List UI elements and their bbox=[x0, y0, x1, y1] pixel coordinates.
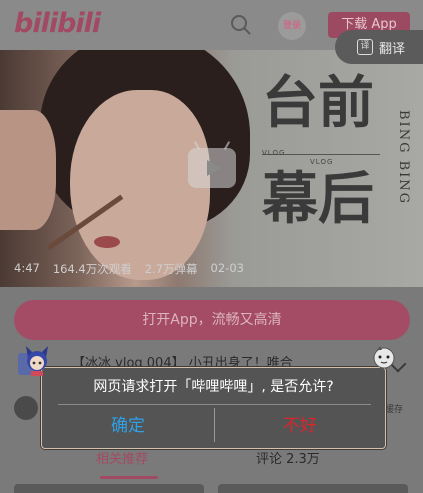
tab-related[interactable]: 相关推荐 bbox=[96, 448, 148, 467]
related-thumbnail[interactable] bbox=[218, 484, 408, 493]
play-icon[interactable] bbox=[188, 148, 236, 188]
vlog-tag-2: VLOG bbox=[310, 158, 334, 166]
bilibili-logo[interactable]: bilibili bbox=[14, 8, 101, 39]
video-meta: 4:47 164.4万次观看 2.7万弹幕 02-03 bbox=[14, 261, 244, 277]
video-player[interactable]: 台前 VLOG VLOG 幕后 BING BING 4:47 164.4万次观看… bbox=[0, 50, 423, 287]
dialog-message: 网页请求打开「哔哩哔哩」, 是否允许? bbox=[93, 379, 334, 395]
tab-comments[interactable]: 评论 2.3万 bbox=[256, 448, 320, 467]
vlog-tag-1: VLOG bbox=[262, 149, 286, 157]
mascot-left-icon bbox=[26, 346, 48, 376]
translate-icon: 译 bbox=[357, 39, 373, 55]
translate-label: 翻译 bbox=[379, 41, 406, 57]
open-app-button[interactable]: 打开App，流畅又高清 bbox=[14, 300, 410, 340]
translate-button[interactable]: 译 翻译 bbox=[335, 30, 423, 64]
active-tab-indicator bbox=[100, 476, 158, 479]
login-button[interactable]: 登录 bbox=[278, 12, 306, 40]
mascot-right-icon bbox=[373, 346, 395, 369]
video-date: 02-03 bbox=[210, 261, 244, 275]
cache-label[interactable]: 缓存 bbox=[385, 402, 403, 415]
video-thumbnail-lips bbox=[94, 236, 120, 248]
video-danmaku-count: 2.7万弹幕 bbox=[144, 262, 198, 276]
open-app-dialog: 网页请求打开「哔哩哔哩」, 是否允许? 确定 不好 bbox=[41, 367, 386, 449]
side-text: BING BING bbox=[396, 110, 411, 206]
deny-button[interactable]: 不好 bbox=[215, 405, 385, 447]
avatar[interactable] bbox=[14, 396, 38, 420]
play-triangle bbox=[207, 160, 221, 176]
video-title-line-2: 幕后 bbox=[262, 166, 374, 232]
video-duration: 4:47 bbox=[14, 261, 40, 275]
confirm-button[interactable]: 确定 bbox=[42, 405, 214, 447]
related-thumbnail[interactable] bbox=[14, 484, 204, 493]
search-icon[interactable] bbox=[230, 14, 252, 36]
video-views: 164.4万次观看 bbox=[52, 262, 132, 276]
video-thumbnail-hand bbox=[0, 110, 56, 230]
video-title-line-1: 台前 bbox=[262, 70, 374, 136]
related-thumbnails bbox=[0, 484, 423, 493]
